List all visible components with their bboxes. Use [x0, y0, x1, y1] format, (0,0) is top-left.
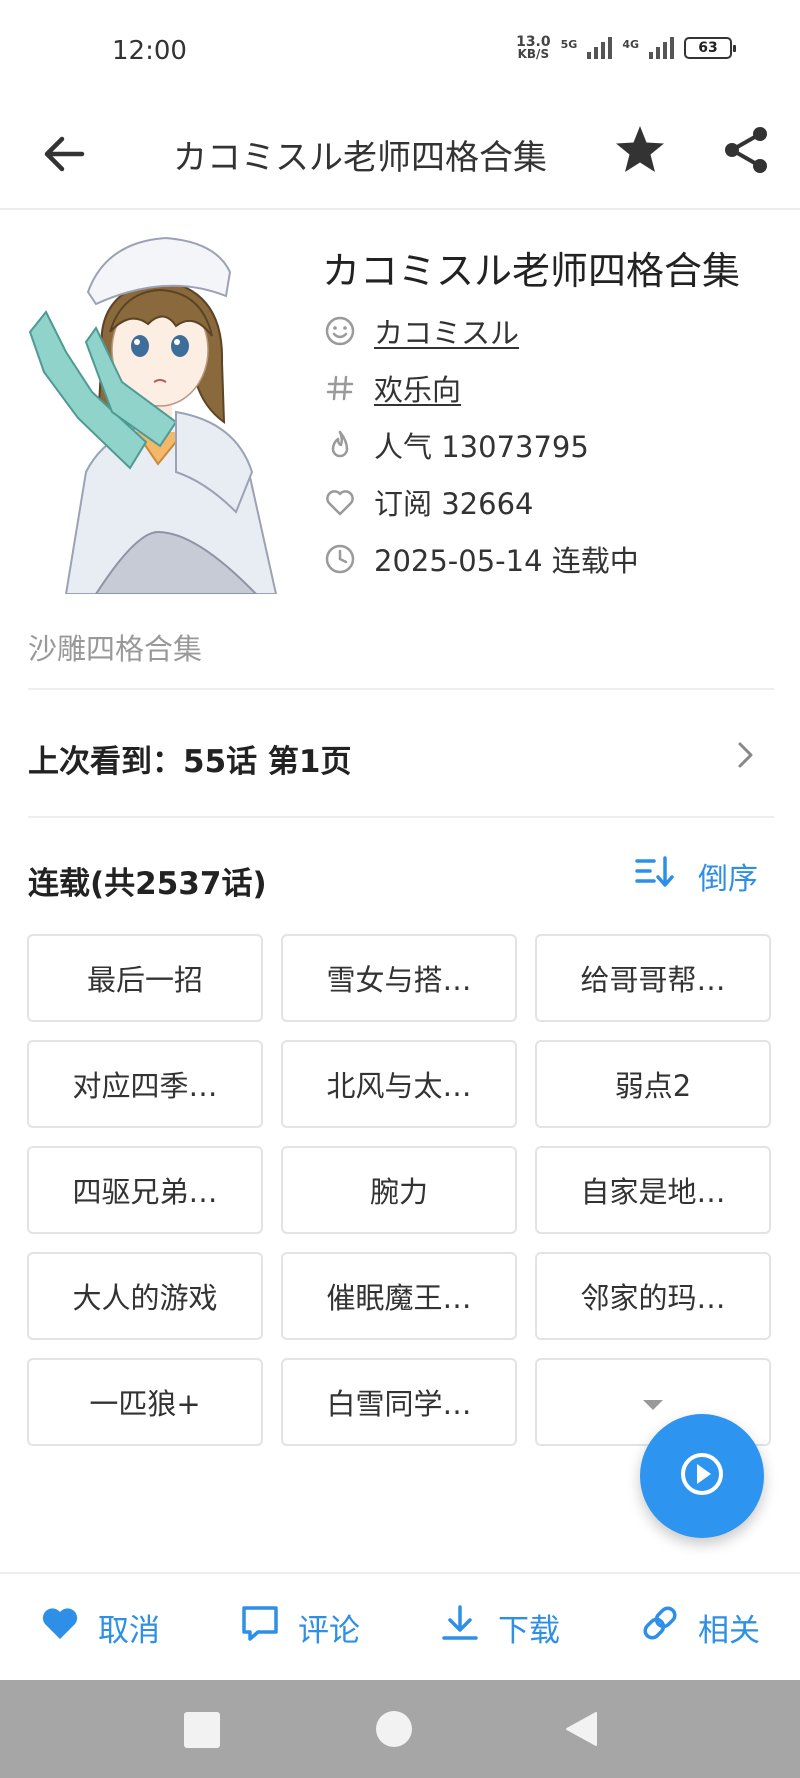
chapter-button[interactable]: 雪女与搭…: [281, 934, 517, 1022]
chevron-right-icon: [730, 740, 760, 770]
chapter-button[interactable]: 一匹狼+: [27, 1358, 263, 1446]
download-icon: [440, 1604, 480, 1650]
chapter-button[interactable]: 最后一招: [27, 934, 263, 1022]
status-time: 12:00: [112, 36, 187, 66]
unfavorite-button[interactable]: 取消: [0, 1574, 200, 1680]
download-label: 下载: [498, 1612, 560, 1649]
battery-icon: 63: [684, 37, 736, 59]
subscriptions-row: 订阅 32664: [322, 473, 782, 530]
comment-label: 评论: [298, 1612, 360, 1649]
comment-icon: [240, 1604, 280, 1650]
sort-icon: [634, 854, 674, 898]
chapter-button[interactable]: 邻家的玛…: [535, 1252, 771, 1340]
status-value: 2025-05-14 连载中: [374, 543, 639, 578]
tag-link[interactable]: 欢乐向: [374, 367, 461, 409]
related-button[interactable]: 相关: [600, 1574, 800, 1680]
sort-order-button[interactable]: 倒序: [634, 854, 758, 898]
related-label: 相关: [698, 1612, 760, 1649]
heart-icon: [40, 1605, 80, 1649]
top-app-bar: カコミスル老师四格合集: [0, 100, 800, 210]
link-icon: [640, 1603, 680, 1651]
last-read-row[interactable]: 上次看到：55话 第1页: [28, 706, 774, 806]
chapter-grid: 最后一招 雪女与搭… 给哥哥帮… 对应四季… 北风与太… 弱点2 四驱兄弟… 腕…: [27, 934, 775, 1446]
system-nav-bar: [0, 1680, 800, 1778]
chapter-button[interactable]: 大人的游戏: [27, 1252, 263, 1340]
comic-title: カコミスル老师四格合集: [322, 249, 741, 293]
signal-icon: [587, 37, 613, 59]
heart-outline-icon: [322, 484, 358, 520]
author-row[interactable]: カコミスル: [322, 302, 782, 359]
star-icon[interactable]: [612, 122, 668, 178]
nav-back-icon[interactable]: [564, 1710, 600, 1748]
flame-icon: [322, 427, 358, 463]
comic-cover-image[interactable]: [26, 232, 294, 595]
status-row: 2025-05-14 连载中: [322, 530, 782, 587]
chapters-title: 连载(共2537话): [28, 866, 267, 902]
chapter-button[interactable]: 催眠魔王…: [281, 1252, 517, 1340]
signal-4g-label: 4G: [622, 38, 639, 51]
comment-button[interactable]: 评论: [200, 1574, 400, 1680]
chapter-button[interactable]: 给哥哥帮…: [535, 934, 771, 1022]
share-icon[interactable]: [718, 122, 774, 178]
continue-reading-fab[interactable]: [640, 1414, 764, 1538]
signal-5g-label: 5G: [560, 38, 578, 51]
signal-icon-2: [649, 37, 674, 59]
chapter-button[interactable]: 自家是地…: [535, 1146, 771, 1234]
chapter-button[interactable]: 四驱兄弟…: [27, 1146, 263, 1234]
caret-down-icon: [641, 1385, 665, 1419]
unfavorite-label: 取消: [98, 1612, 160, 1649]
sort-label: 倒序: [698, 862, 758, 897]
chapters-header: 连载(共2537话) 倒序: [28, 840, 774, 916]
chapter-button[interactable]: 弱点2: [535, 1040, 771, 1128]
chapter-button[interactable]: 对应四季…: [27, 1040, 263, 1128]
chapter-button[interactable]: 腕力: [281, 1146, 517, 1234]
divider: [28, 688, 774, 690]
network-speed: 13.0 KB/S: [516, 35, 551, 61]
comic-info: カコミスル老师四格合集 カコミスル 欢乐向 人气 13073795 订阅 326…: [322, 240, 782, 587]
back-arrow-icon[interactable]: [36, 126, 92, 182]
comic-summary: 沙雕四格合集: [28, 632, 203, 666]
last-read-label: 上次看到：55话 第1页: [28, 744, 352, 780]
bottom-action-bar: 取消 评论 下载 相关: [0, 1572, 800, 1680]
page-title: カコミスル老师四格合集: [173, 138, 547, 178]
author-link[interactable]: カコミスル: [374, 310, 519, 352]
subscriptions-value: 订阅 32664: [374, 486, 534, 521]
status-indicators: 13.0 KB/S 5G 4G 63: [516, 35, 736, 61]
hash-icon: [322, 370, 358, 406]
play-circle-icon: [678, 1450, 726, 1502]
network-speed-unit: KB/S: [517, 47, 550, 61]
download-button[interactable]: 下载: [400, 1574, 600, 1680]
smile-icon: [322, 313, 358, 349]
divider: [28, 816, 774, 818]
popularity-value: 人气 13073795: [374, 429, 589, 464]
clock-icon: [322, 541, 358, 577]
chapter-button[interactable]: 白雪同学…: [281, 1358, 517, 1446]
status-bar: 12:00 13.0 KB/S 5G 4G 63: [0, 0, 800, 100]
chapter-button[interactable]: 北风与太…: [281, 1040, 517, 1128]
recents-icon[interactable]: [184, 1712, 220, 1748]
tag-row[interactable]: 欢乐向: [322, 359, 782, 416]
popularity-row: 人气 13073795: [322, 416, 782, 473]
home-icon[interactable]: [376, 1711, 412, 1747]
